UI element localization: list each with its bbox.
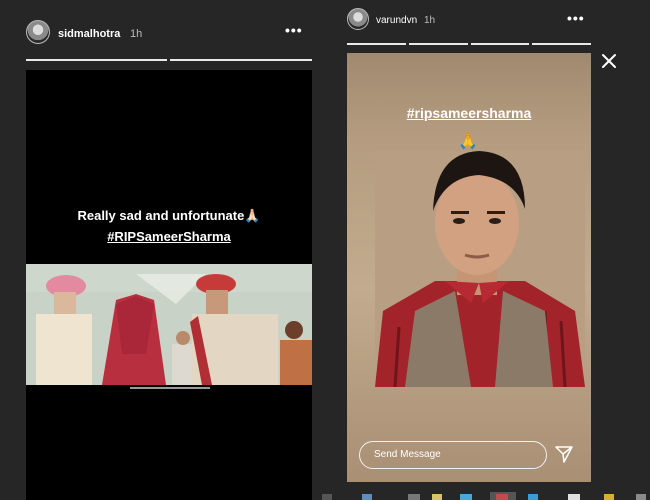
avatar[interactable] xyxy=(26,20,50,44)
story-panel-varundvn[interactable]: varundvn 1h ••• #ripsameersharma 🙏 Send … xyxy=(347,8,591,482)
send-message-placeholder: Send Message xyxy=(374,449,441,460)
wedding-video-clip[interactable] xyxy=(26,264,312,385)
story-media: Really sad and unfortunate🙏🏻 #RIPSameerS… xyxy=(26,70,312,500)
story-hashtag[interactable]: #ripsameersharma xyxy=(347,105,591,121)
video-scrub-bar[interactable] xyxy=(130,387,210,389)
story-time: 1h xyxy=(424,15,436,26)
close-icon[interactable] xyxy=(600,52,618,70)
story-username[interactable]: sidmalhotra xyxy=(58,28,120,40)
send-message-input[interactable]: Send Message xyxy=(359,441,547,469)
story-header: varundvn 1h ••• xyxy=(347,8,591,44)
story-username[interactable]: varundvn xyxy=(376,15,417,26)
progress-bar-3 xyxy=(471,43,529,45)
progress-bar-1 xyxy=(347,43,406,45)
paper-plane-icon[interactable] xyxy=(555,445,573,463)
story-header: sidmalhotra 1h ••• xyxy=(26,14,312,50)
man-portrait-image xyxy=(375,151,585,387)
story-time: 1h xyxy=(130,28,143,40)
progress-bar-2 xyxy=(170,59,312,61)
story-caption-line: Really sad and unfortunate🙏🏻 xyxy=(77,208,261,223)
progress-bar-2 xyxy=(409,43,468,45)
avatar[interactable] xyxy=(347,8,369,30)
story-panel-sidmalhotra[interactable]: sidmalhotra 1h ••• Really sad and unfort… xyxy=(26,14,312,500)
wedding-scene-image xyxy=(26,264,312,385)
bottom-toolbar-strip xyxy=(322,492,646,500)
more-dots-icon[interactable]: ••• xyxy=(285,22,303,38)
story-hashtag[interactable]: #RIPSameerSharma xyxy=(26,229,312,244)
progress-bar-1 xyxy=(26,59,167,61)
progress-bar-4 xyxy=(532,43,591,45)
portrait-photo xyxy=(375,151,585,387)
more-dots-icon[interactable]: ••• xyxy=(567,10,585,26)
story-media: #ripsameersharma 🙏 Send Message xyxy=(347,53,591,482)
praying-hands-emoji: 🙏 xyxy=(458,133,478,150)
